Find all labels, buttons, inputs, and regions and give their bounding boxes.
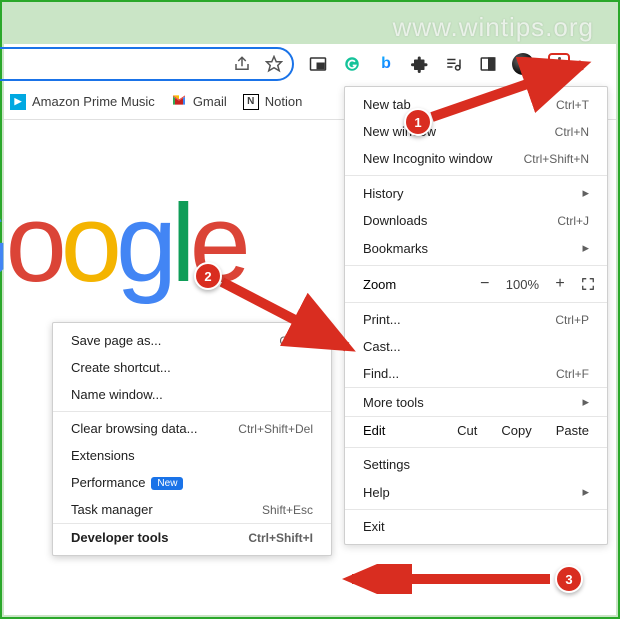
watermark-text: www.wintips.org: [393, 12, 594, 43]
menu-bookmarks[interactable]: Bookmarks▸: [345, 234, 607, 262]
submenu-clear-data[interactable]: Clear browsing data...Ctrl+Shift+Del: [53, 415, 331, 442]
chevron-right-icon: ▸: [582, 484, 589, 500]
bookmark-notion[interactable]: N Notion: [243, 94, 303, 110]
zoom-value: 100%: [506, 277, 539, 292]
menu-separator: [345, 175, 607, 176]
callout-2: 2: [194, 262, 222, 290]
menu-incognito[interactable]: New Incognito windowCtrl+Shift+N: [345, 145, 607, 172]
new-badge: New: [151, 477, 183, 490]
menu-exit[interactable]: Exit: [345, 513, 607, 540]
submenu-name-window[interactable]: Name window...: [53, 381, 331, 408]
address-bar[interactable]: [0, 47, 294, 81]
menu-zoom-row: Zoom − 100% +: [345, 269, 607, 299]
prime-icon: ▶: [10, 94, 26, 110]
chrome-main-menu: New tabCtrl+T New windowCtrl+N New Incog…: [344, 86, 608, 545]
notion-icon: N: [243, 94, 259, 110]
star-icon[interactable]: [264, 54, 284, 74]
submenu-developer-tools[interactable]: Developer toolsCtrl+Shift+I: [53, 523, 331, 551]
bookmark-gmail[interactable]: Gmail: [171, 92, 227, 111]
fullscreen-icon[interactable]: [581, 277, 595, 291]
share-icon[interactable]: [232, 54, 252, 74]
edit-label: Edit: [363, 423, 385, 438]
arrow-1: [422, 57, 602, 127]
menu-separator: [345, 265, 607, 266]
menu-separator: [345, 447, 607, 448]
menu-separator: [345, 509, 607, 510]
menu-edit-row: Edit Cut Copy Paste: [345, 417, 607, 444]
menu-print[interactable]: Print...Ctrl+P: [345, 306, 607, 333]
arrow-3: [340, 564, 560, 594]
zoom-label: Zoom: [363, 277, 396, 292]
chevron-right-icon: ▸: [582, 394, 589, 410]
pip-icon[interactable]: [308, 54, 328, 74]
menu-more-tools[interactable]: More tools▸: [345, 387, 607, 417]
menu-separator: [345, 302, 607, 303]
chevron-right-icon: ▸: [582, 240, 589, 256]
menu-cast[interactable]: Cast...: [345, 333, 607, 360]
callout-3: 3: [555, 565, 583, 593]
zoom-in-button[interactable]: +: [553, 275, 567, 293]
bing-icon[interactable]: b: [376, 54, 396, 74]
bookmark-amazon-prime-music[interactable]: ▶ Amazon Prime Music: [10, 94, 155, 110]
paste-button[interactable]: Paste: [556, 423, 589, 438]
menu-separator: [53, 411, 331, 412]
cut-button[interactable]: Cut: [457, 423, 477, 438]
zoom-out-button[interactable]: −: [478, 275, 492, 293]
bookmark-label: Amazon Prime Music: [32, 94, 155, 109]
grammarly-icon[interactable]: [342, 54, 362, 74]
menu-find[interactable]: Find...Ctrl+F: [345, 360, 607, 387]
submenu-extensions[interactable]: Extensions: [53, 442, 331, 469]
menu-downloads[interactable]: DownloadsCtrl+J: [345, 207, 607, 234]
bookmark-label: Gmail: [193, 94, 227, 109]
menu-history[interactable]: History▸: [345, 179, 607, 207]
bookmark-label: Notion: [265, 94, 303, 109]
copy-button[interactable]: Copy: [501, 423, 531, 438]
menu-help[interactable]: Help▸: [345, 478, 607, 506]
submenu-performance[interactable]: PerformanceNew: [53, 469, 331, 496]
chevron-right-icon: ▸: [582, 185, 589, 201]
gmail-icon: [171, 92, 187, 111]
submenu-task-manager[interactable]: Task managerShift+Esc: [53, 496, 331, 523]
callout-1: 1: [404, 108, 432, 136]
arrow-2: [212, 272, 362, 362]
menu-settings[interactable]: Settings: [345, 451, 607, 478]
